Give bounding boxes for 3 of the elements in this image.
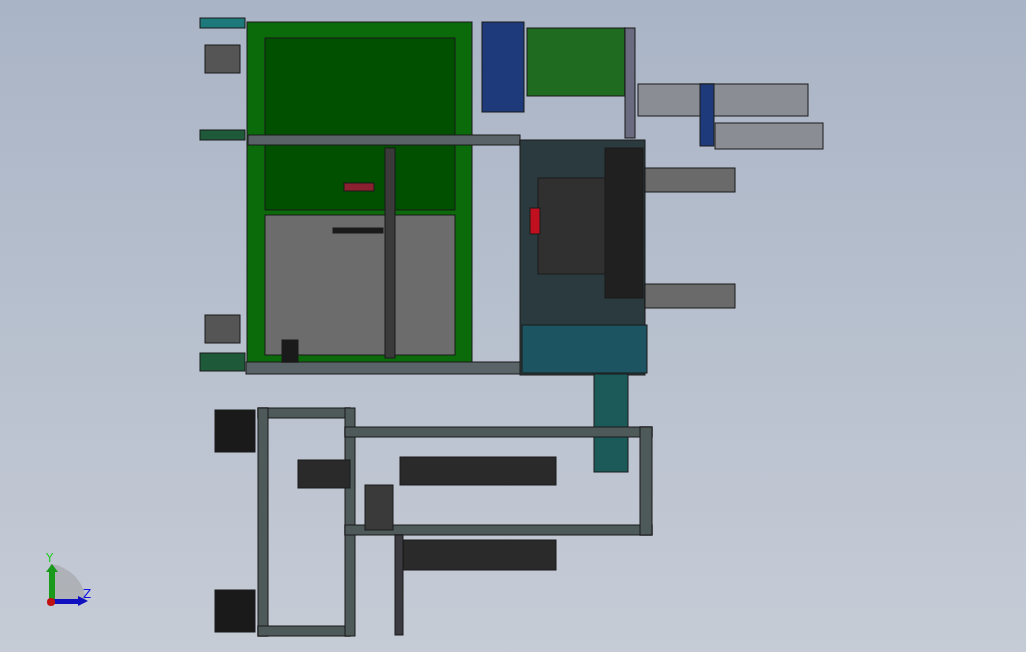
axis-triad-icon bbox=[46, 564, 90, 606]
axis-label: Y bbox=[46, 552, 54, 564]
axis-label: Z bbox=[83, 588, 92, 600]
